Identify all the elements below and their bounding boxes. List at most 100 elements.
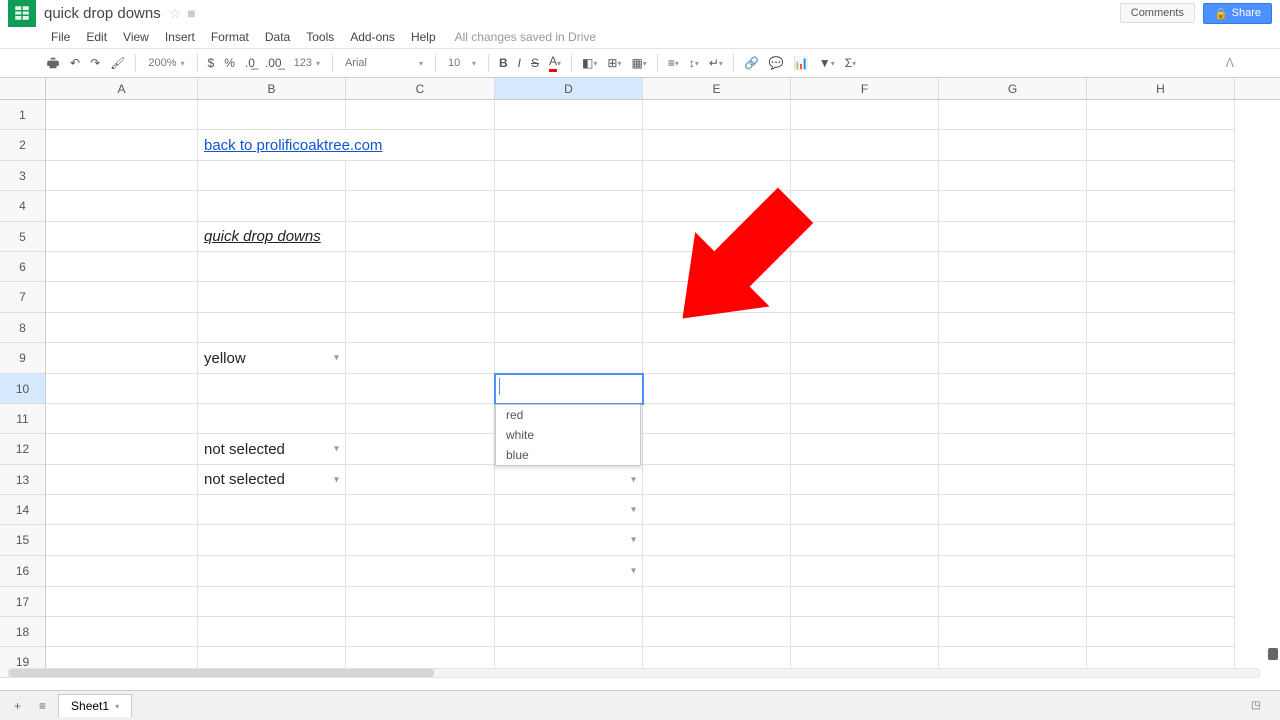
cell-C3[interactable] bbox=[346, 161, 495, 191]
row-header-15[interactable]: 15 bbox=[0, 525, 45, 556]
cell-C4[interactable] bbox=[346, 191, 495, 222]
borders-icon[interactable]: ⊞▾ bbox=[603, 53, 625, 73]
cell-D17[interactable] bbox=[495, 587, 643, 617]
cell-C18[interactable] bbox=[346, 617, 495, 647]
sheets-logo[interactable] bbox=[8, 0, 36, 27]
column-header-C[interactable]: C bbox=[346, 78, 495, 99]
cell-A15[interactable] bbox=[46, 525, 198, 556]
row-header-1[interactable]: 1 bbox=[0, 100, 45, 130]
cell-E15[interactable] bbox=[643, 525, 791, 556]
cell-B13[interactable]: not selected▾ bbox=[198, 465, 346, 495]
cell-A5[interactable] bbox=[46, 222, 198, 252]
cell-B12[interactable]: not selected▾ bbox=[198, 434, 346, 465]
row-header-16[interactable]: 16 bbox=[0, 556, 45, 587]
cell-H17[interactable] bbox=[1087, 587, 1235, 617]
sheet-tab-sheet1[interactable]: Sheet1▾ bbox=[58, 694, 132, 717]
cell-H4[interactable] bbox=[1087, 191, 1235, 222]
cell-H9[interactable] bbox=[1087, 343, 1235, 374]
cell-A18[interactable] bbox=[46, 617, 198, 647]
cell-C14[interactable] bbox=[346, 495, 495, 525]
cell-A13[interactable] bbox=[46, 465, 198, 495]
cell-F16[interactable] bbox=[791, 556, 939, 587]
cell-A10[interactable] bbox=[46, 374, 198, 404]
dropdown-arrow-icon[interactable]: ▾ bbox=[334, 474, 339, 485]
cell-D10[interactable] bbox=[495, 374, 643, 404]
cell-G18[interactable] bbox=[939, 617, 1087, 647]
cell-B4[interactable] bbox=[198, 191, 346, 222]
font-size-select[interactable]: 10▾ bbox=[442, 55, 482, 71]
column-header-E[interactable]: E bbox=[643, 78, 791, 99]
cell-F13[interactable] bbox=[791, 465, 939, 495]
dropdown-option-red[interactable]: red bbox=[496, 405, 640, 425]
cell-F12[interactable] bbox=[791, 434, 939, 465]
menu-help[interactable]: Help bbox=[404, 28, 443, 46]
merge-icon[interactable]: ▦▾ bbox=[627, 53, 650, 73]
explore-button[interactable]: ◳ bbox=[1245, 698, 1272, 713]
cell-C1[interactable] bbox=[346, 100, 495, 130]
cell-E11[interactable] bbox=[643, 404, 791, 434]
cell-D13[interactable]: ▾ bbox=[495, 465, 643, 495]
cell-H5[interactable] bbox=[1087, 222, 1235, 252]
cell-F1[interactable] bbox=[791, 100, 939, 130]
cell-A6[interactable] bbox=[46, 252, 198, 282]
cell-B7[interactable] bbox=[198, 282, 346, 313]
row-header-14[interactable]: 14 bbox=[0, 495, 45, 525]
comment-icon[interactable]: 💬 bbox=[765, 53, 788, 73]
menu-tools[interactable]: Tools bbox=[299, 28, 341, 46]
cell-G16[interactable] bbox=[939, 556, 1087, 587]
cell-F15[interactable] bbox=[791, 525, 939, 556]
cell-F2[interactable] bbox=[791, 130, 939, 161]
menu-edit[interactable]: Edit bbox=[79, 28, 114, 46]
select-all-corner[interactable] bbox=[0, 78, 46, 100]
cell-C2[interactable] bbox=[346, 130, 495, 161]
cell-B8[interactable] bbox=[198, 313, 346, 343]
cell-D6[interactable] bbox=[495, 252, 643, 282]
cell-A4[interactable] bbox=[46, 191, 198, 222]
cell-H2[interactable] bbox=[1087, 130, 1235, 161]
cell-G17[interactable] bbox=[939, 587, 1087, 617]
cell-G7[interactable] bbox=[939, 282, 1087, 313]
cell-B10[interactable] bbox=[198, 374, 346, 404]
cell-G5[interactable] bbox=[939, 222, 1087, 252]
cell-A3[interactable] bbox=[46, 161, 198, 191]
cell-D9[interactable] bbox=[495, 343, 643, 374]
fill-color-icon[interactable]: ◧▾ bbox=[578, 53, 601, 73]
strike-icon[interactable]: S bbox=[527, 53, 543, 73]
document-title[interactable]: quick drop downs bbox=[44, 5, 161, 22]
cell-H11[interactable] bbox=[1087, 404, 1235, 434]
redo-icon[interactable]: ↷ bbox=[86, 53, 104, 73]
cell-E14[interactable] bbox=[643, 495, 791, 525]
cell-D1[interactable] bbox=[495, 100, 643, 130]
cell-C13[interactable] bbox=[346, 465, 495, 495]
dec-decrease-icon[interactable]: .0̲ bbox=[241, 53, 259, 73]
dropdown-option-white[interactable]: white bbox=[496, 425, 640, 445]
dropdown-arrow-icon[interactable]: ▾ bbox=[631, 566, 636, 577]
cell-A12[interactable] bbox=[46, 434, 198, 465]
menu-view[interactable]: View bbox=[116, 28, 156, 46]
cell-H15[interactable] bbox=[1087, 525, 1235, 556]
cell-B1[interactable] bbox=[198, 100, 346, 130]
menu-format[interactable]: Format bbox=[204, 28, 256, 46]
chevron-down-icon[interactable]: ▾ bbox=[115, 702, 119, 711]
cell-G10[interactable] bbox=[939, 374, 1087, 404]
cell-B17[interactable] bbox=[198, 587, 346, 617]
cell-B18[interactable] bbox=[198, 617, 346, 647]
validation-dropdown[interactable]: redwhiteblue bbox=[495, 404, 641, 466]
row-header-13[interactable]: 13 bbox=[0, 465, 45, 495]
row-header-17[interactable]: 17 bbox=[0, 587, 45, 617]
cell-D5[interactable] bbox=[495, 222, 643, 252]
print-icon[interactable] bbox=[42, 53, 64, 73]
column-header-F[interactable]: F bbox=[791, 78, 939, 99]
menu-file[interactable]: File bbox=[44, 28, 77, 46]
wrap-icon[interactable]: ↵▾ bbox=[705, 53, 727, 73]
row-header-4[interactable]: 4 bbox=[0, 191, 45, 222]
row-header-6[interactable]: 6 bbox=[0, 252, 45, 282]
cell-C9[interactable] bbox=[346, 343, 495, 374]
v-align-icon[interactable]: ↕▾ bbox=[685, 53, 703, 73]
cell-H7[interactable] bbox=[1087, 282, 1235, 313]
column-header-H[interactable]: H bbox=[1087, 78, 1235, 99]
cell-D8[interactable] bbox=[495, 313, 643, 343]
cell-C6[interactable] bbox=[346, 252, 495, 282]
column-header-A[interactable]: A bbox=[46, 78, 198, 99]
cell-B14[interactable] bbox=[198, 495, 346, 525]
